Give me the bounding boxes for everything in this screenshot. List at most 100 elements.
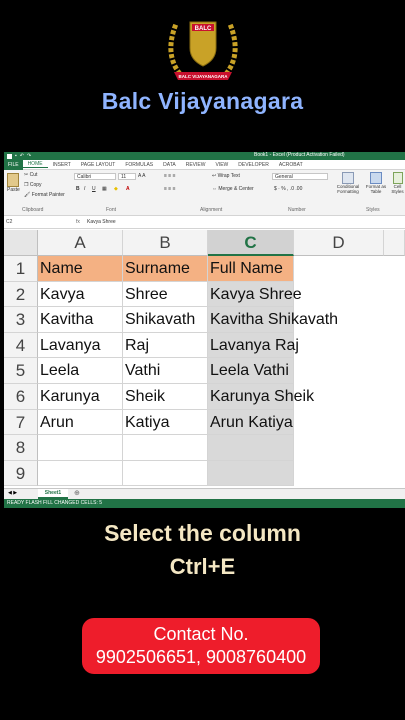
format-as-table-button[interactable]: Format as Table	[364, 172, 388, 194]
cell-c6[interactable]: Karunya Sheik	[208, 384, 314, 410]
underline-button[interactable]: U	[92, 186, 96, 192]
copy-label: Copy	[29, 182, 42, 188]
merge-center-button[interactable]: ⇔ Merge & Center	[212, 186, 254, 192]
cell-styles-label: Cell Styles	[391, 184, 404, 194]
tab-home[interactable]: HOME	[22, 161, 48, 168]
cell-b1[interactable]: Surname	[123, 256, 208, 282]
cell-a3[interactable]: Kavitha	[38, 307, 123, 333]
font-grow-shrink[interactable]: A A	[138, 173, 146, 179]
scissors-icon: ✂	[24, 172, 29, 178]
tab-review[interactable]: REVIEW	[181, 162, 211, 168]
number-format-select[interactable]: General	[272, 173, 328, 180]
row-header-8[interactable]: 8	[4, 435, 38, 461]
tab-data[interactable]: DATA	[158, 162, 181, 168]
font-size-select[interactable]: 11	[118, 173, 136, 180]
cell-a7[interactable]: Arun	[38, 409, 123, 436]
borders-icon[interactable]: ▦	[102, 186, 107, 192]
add-sheet-icon[interactable]: ⊕	[74, 489, 80, 497]
tab-page-layout[interactable]: PAGE LAYOUT	[76, 162, 121, 168]
select-all-corner[interactable]	[4, 230, 38, 256]
sheet-nav-icons[interactable]: ◀ ▶	[8, 490, 17, 496]
page: BALC BALC VIJAYANAGARA Balc Vijayanagara…	[0, 0, 405, 720]
cut-button[interactable]: ✂ Cut	[24, 172, 37, 178]
font-group-label: Font	[106, 207, 117, 213]
cell-a2[interactable]: Kavya	[38, 281, 123, 308]
column-header-d[interactable]: D	[294, 230, 384, 256]
sheet-tabs-bar: ◀ ▶ Sheet1 ⊕	[4, 488, 405, 499]
cell-b6[interactable]: Sheik	[123, 384, 208, 410]
conditional-formatting-icon	[342, 172, 354, 184]
cell-c8[interactable]	[208, 435, 294, 461]
tab-file[interactable]: FILE	[4, 159, 23, 170]
align-left-icons[interactable]: ≡ ≡ ≡	[164, 186, 176, 192]
column-header-e[interactable]	[384, 230, 405, 256]
italic-button[interactable]: I	[84, 186, 85, 192]
tab-acrobat[interactable]: ACROBAT	[274, 162, 308, 168]
paste-button[interactable]: Paste	[7, 173, 20, 193]
row-header-4[interactable]: 4	[4, 332, 38, 359]
fill-color-icon[interactable]: ◆	[114, 186, 118, 192]
merge-center-label: Merge & Center	[218, 186, 254, 192]
conditional-formatting-label: Conditional Formatting	[336, 184, 360, 194]
sheet-tab-sheet1[interactable]: Sheet1	[38, 489, 68, 499]
column-header-c[interactable]: C	[208, 230, 294, 256]
cell-styles-button[interactable]: Cell Styles	[390, 172, 405, 194]
conditional-formatting-button[interactable]: Conditional Formatting	[334, 172, 362, 194]
row-header-5[interactable]: 5	[4, 358, 38, 384]
wrap-text-button[interactable]: ↩ Wrap Text	[212, 173, 240, 179]
bold-button[interactable]: B	[76, 186, 80, 192]
row-header-3[interactable]: 3	[4, 307, 38, 333]
cell-c9[interactable]	[208, 460, 294, 487]
number-format-icons[interactable]: $ · % , .0 .00	[274, 186, 302, 192]
contact-numbers: 9902506651, 9008760400	[95, 647, 307, 667]
name-box[interactable]: C2	[6, 219, 12, 225]
cell-c7[interactable]: Arun Katiya	[208, 409, 294, 436]
redo-icon[interactable]: ↷	[27, 153, 31, 159]
excel-window: ▪ ↶ ↷ Book1 - Excel (Product Activation …	[4, 152, 405, 508]
cell-b4[interactable]: Raj	[123, 332, 208, 359]
tab-formulas[interactable]: FORMULAS	[120, 162, 158, 168]
tab-developer[interactable]: DEVELOPER	[233, 162, 274, 168]
row-header-2[interactable]: 2	[4, 281, 38, 308]
logo-text-top: BALC	[195, 26, 212, 32]
tab-insert[interactable]: INSERT	[48, 162, 76, 168]
cell-c1[interactable]: Full Name	[208, 256, 294, 282]
number-group-label: Number	[288, 207, 306, 213]
row-header-9[interactable]: 9	[4, 460, 38, 487]
undo-icon[interactable]: ↶	[20, 153, 24, 159]
cell-a9[interactable]	[38, 460, 123, 487]
cell-a8[interactable]	[38, 435, 123, 461]
format-painter-button[interactable]: 🖌 Format Painter	[24, 192, 65, 198]
cell-c5[interactable]: Leela Vathi	[208, 358, 294, 384]
cell-b9[interactable]	[123, 460, 208, 487]
tab-view[interactable]: VIEW	[210, 162, 233, 168]
cell-b3[interactable]: Shikavath	[123, 307, 208, 333]
save-icon[interactable]: ▪	[15, 153, 17, 159]
formula-input[interactable]: Kavya Shree	[87, 219, 116, 225]
copy-button[interactable]: ❐ Copy	[24, 182, 42, 188]
font-color-icon[interactable]: A	[126, 186, 130, 192]
column-header-a[interactable]: A	[38, 230, 123, 256]
cut-label: Cut	[29, 172, 38, 178]
contact-label: Contact No.	[153, 624, 249, 644]
row-header-7[interactable]: 7	[4, 409, 38, 436]
cell-a4[interactable]: Lavanya	[38, 332, 123, 359]
cell-b7[interactable]: Katiya	[123, 409, 208, 436]
cell-b2[interactable]: Shree	[123, 281, 208, 308]
cell-b8[interactable]	[123, 435, 208, 461]
ribbon-tabs: FILE HOME INSERT PAGE LAYOUT FORMULAS DA…	[4, 159, 405, 170]
cell-c4[interactable]: Lavanya Raj	[208, 332, 299, 359]
cell-b5[interactable]: Vathi	[123, 358, 208, 384]
row-header-6[interactable]: 6	[4, 384, 38, 410]
cell-a5[interactable]: Leela	[38, 358, 123, 384]
row-header-1[interactable]: 1	[4, 256, 38, 282]
cell-a6[interactable]: Karunya	[38, 384, 123, 410]
cell-a1[interactable]: Name	[38, 256, 123, 282]
excel-app-icon	[7, 153, 12, 159]
cell-c3[interactable]: Kavitha Shikavath	[208, 307, 338, 333]
font-name-select[interactable]: Calibri	[74, 173, 116, 180]
column-header-b[interactable]: B	[123, 230, 208, 256]
align-top-icons[interactable]: ≡ ≡ ≡	[164, 173, 176, 179]
fx-icon[interactable]: fx	[76, 219, 80, 225]
cell-c2[interactable]: Kavya Shree	[208, 281, 302, 308]
